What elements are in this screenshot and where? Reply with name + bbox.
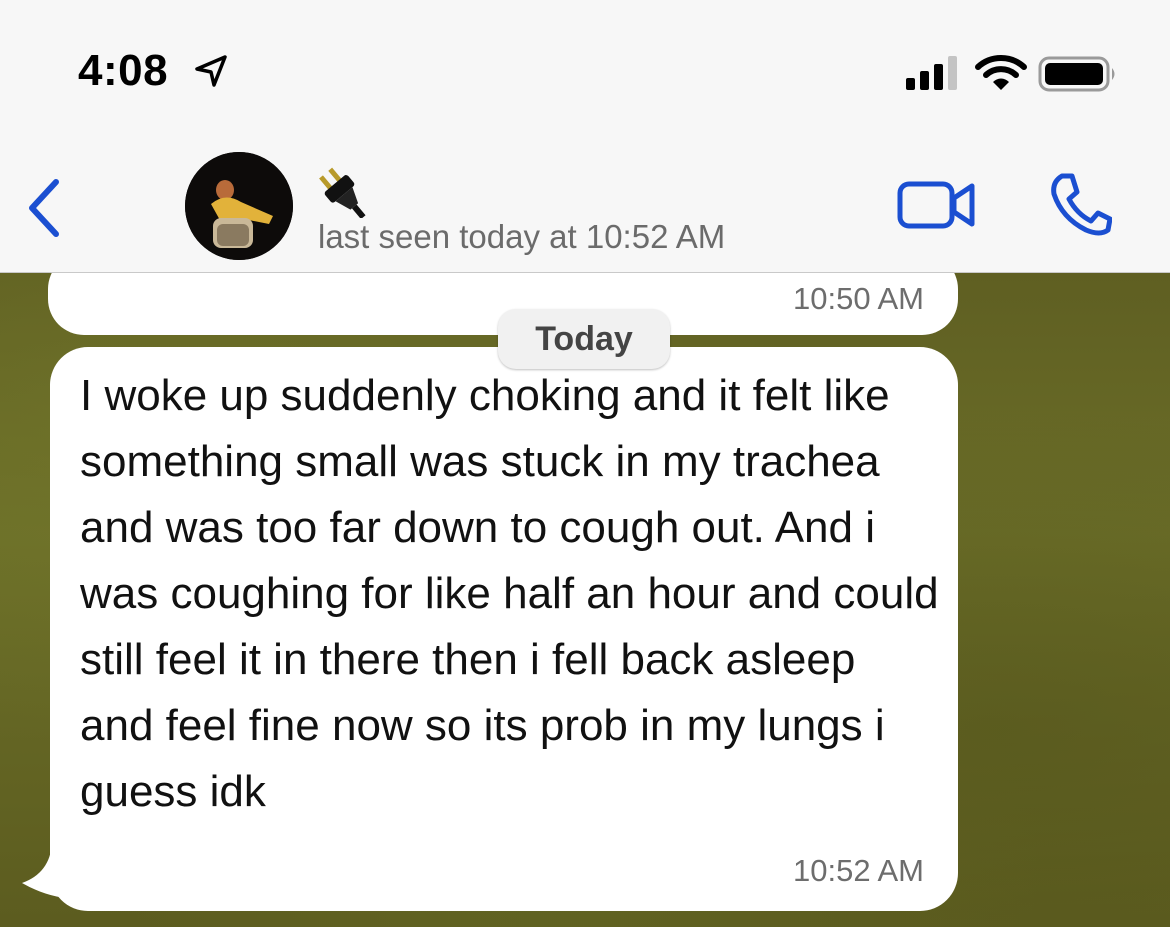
electric-plug-icon (319, 167, 366, 218)
message-time: 10:52 AM (793, 853, 924, 888)
chat-header: last seen today at 10:52 AM (0, 140, 1170, 273)
avatar-photo (185, 152, 293, 260)
voice-call-button[interactable] (1046, 170, 1112, 240)
cellular-signal-icon (906, 56, 957, 90)
status-bar: 4:08 (0, 0, 1170, 140)
contact-avatar[interactable] (185, 152, 293, 260)
date-separator: Today (498, 309, 670, 369)
message-text: I woke up suddenly choking and it felt l… (80, 371, 939, 816)
back-button[interactable] (22, 176, 66, 240)
last-seen-status: last seen today at 10:52 AM (318, 218, 726, 255)
status-time: 4:08 (78, 46, 169, 95)
chat-area: 10:50 AM I woke up suddenly choking and … (0, 273, 1170, 927)
location-arrow-icon (195, 55, 227, 87)
wifi-icon (975, 55, 1027, 90)
battery-icon (1038, 56, 1115, 92)
video-call-button[interactable] (896, 176, 978, 234)
previous-message-time: 10:50 AM (793, 281, 924, 316)
message-bubble[interactable]: I woke up suddenly choking and it felt l… (50, 347, 958, 911)
